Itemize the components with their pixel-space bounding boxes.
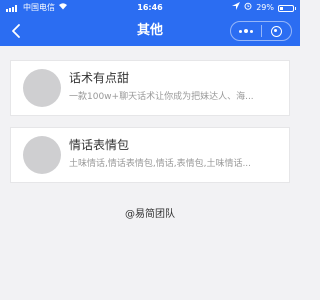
close-mini-program-button[interactable] <box>262 22 292 40</box>
nav-bar: 其他 <box>0 16 300 46</box>
location-icon <box>232 0 241 16</box>
mini-program-capsule <box>230 21 292 41</box>
item-title: 话术有点甜 <box>69 71 130 85</box>
avatar <box>23 69 61 107</box>
battery-icon <box>278 4 296 12</box>
header: 中国电信 16:46 29% 其他 <box>0 0 300 46</box>
more-button[interactable] <box>231 22 261 40</box>
item-description: 土味情话,情话表情包,情话,表情包,土味情话... <box>69 159 252 169</box>
footer-credit: @易简团队 <box>125 209 175 220</box>
more-dot-icon <box>243 29 248 33</box>
more-dot-icon <box>249 29 253 33</box>
battery-label: 29% <box>256 3 274 12</box>
alarm-icon <box>244 0 252 16</box>
list-item[interactable]: 情话表情包 土味情话,情话表情包,情话,表情包,土味情话... <box>10 127 290 183</box>
status-bar: 中国电信 16:46 29% <box>0 0 300 16</box>
more-dot-icon <box>238 29 242 33</box>
list-item[interactable]: 话术有点甜 一款100w+聊天话术让你成为把妹达人、海... <box>10 60 290 116</box>
avatar <box>23 136 61 174</box>
item-title: 情话表情包 <box>69 138 130 152</box>
status-right: 29% <box>232 0 296 16</box>
target-circle-icon <box>270 25 282 37</box>
item-description: 一款100w+聊天话术让你成为把妹达人、海... <box>69 92 254 102</box>
battery-fill <box>280 6 284 10</box>
